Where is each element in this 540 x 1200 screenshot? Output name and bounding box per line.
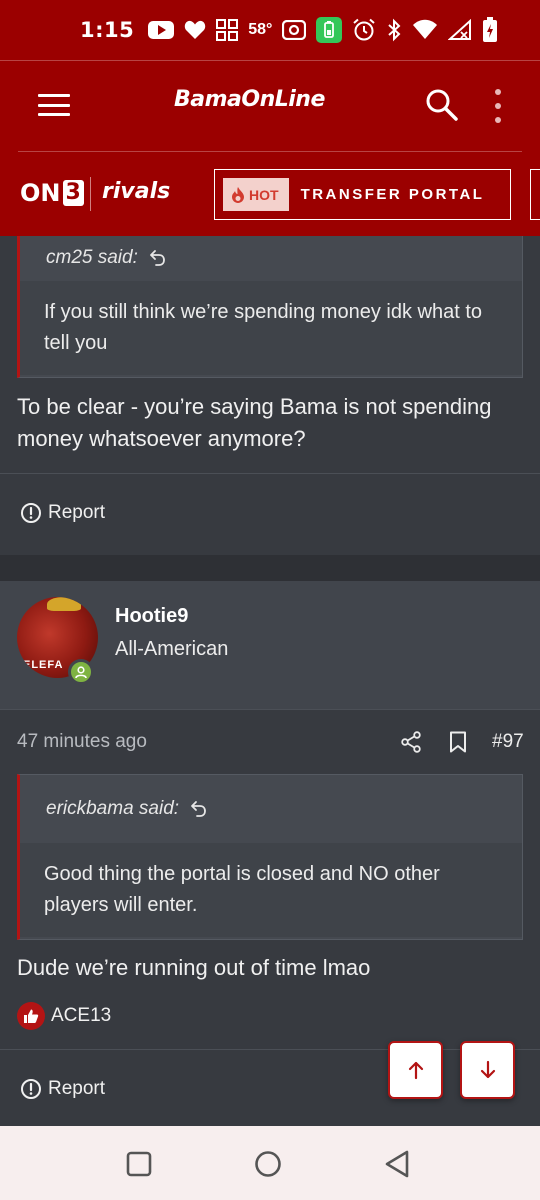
youtube-icon xyxy=(148,21,175,39)
menu-bar xyxy=(38,103,70,107)
scroll-up-button[interactable] xyxy=(388,1041,443,1099)
nfc-icon xyxy=(282,20,307,40)
quote-header[interactable]: erickbama said: xyxy=(20,775,522,843)
heart-icon xyxy=(184,20,206,40)
search-icon[interactable] xyxy=(424,87,460,123)
go-to-quote-icon xyxy=(191,801,206,817)
alert-circle-icon xyxy=(21,503,41,523)
dot xyxy=(495,89,501,95)
avatar-hat xyxy=(47,597,81,611)
recents-button[interactable] xyxy=(122,1147,156,1181)
temperature-text: 58° xyxy=(248,21,273,38)
quote-text: Good thing the portal is closed and NO o… xyxy=(20,843,522,937)
flame-icon xyxy=(232,186,244,203)
menu-bar xyxy=(38,113,70,116)
rivals-logo[interactable]: rivals xyxy=(102,179,170,204)
post-separator xyxy=(0,555,540,581)
report-label: Report xyxy=(48,502,106,523)
reaction-user: ACE13 xyxy=(51,1005,112,1026)
status-bar: 1:15 58° xyxy=(0,0,540,60)
app-header: BamaOnLine ON 3 rivals HOT TRANSFER PORTA… xyxy=(0,60,540,236)
quote-author: cm25 said: xyxy=(46,247,138,268)
status-time: 1:15 xyxy=(80,18,135,42)
bluetooth-icon xyxy=(386,18,402,42)
alarm-icon xyxy=(352,18,376,42)
post-number[interactable]: #97 xyxy=(492,731,524,753)
more-options-icon[interactable] xyxy=(490,89,506,123)
battery-saver-icon xyxy=(316,17,343,43)
header-divider xyxy=(18,151,522,152)
hot-badge: HOT xyxy=(223,178,289,211)
avatar-text: ELEFA xyxy=(23,659,64,671)
divider xyxy=(0,1049,540,1050)
quote-author: erickbama said: xyxy=(46,798,180,819)
post-timestamp[interactable]: 47 minutes ago xyxy=(17,731,147,753)
on3-logo[interactable]: ON 3 xyxy=(20,179,84,207)
battery-charging-icon xyxy=(482,17,498,43)
on3-number: 3 xyxy=(62,180,84,206)
next-nav-chip[interactable] xyxy=(530,169,540,220)
quote-block: erickbama said: Good thing the portal is… xyxy=(17,774,523,940)
dot xyxy=(495,103,501,109)
report-button[interactable]: Report xyxy=(20,1078,105,1100)
username[interactable]: Hootie9 xyxy=(115,605,188,628)
circle-icon xyxy=(255,1151,281,1177)
home-button[interactable] xyxy=(251,1147,285,1181)
post-body: To be clear - you’re saying Bama is not … xyxy=(17,394,492,451)
signal-icon xyxy=(448,19,472,41)
system-nav-bar xyxy=(0,1126,540,1200)
menu-bar xyxy=(38,94,70,97)
alert-circle-icon xyxy=(21,1079,41,1099)
reaction-row[interactable]: ACE13 xyxy=(17,1002,111,1030)
share-icon[interactable] xyxy=(400,731,422,753)
wifi-icon xyxy=(412,19,438,41)
go-to-quote-icon xyxy=(149,250,165,266)
quote-text: If you still think we’re spending money … xyxy=(20,281,522,375)
like-icon xyxy=(17,1002,45,1030)
transfer-portal-label: TRANSFER PORTAL xyxy=(300,186,485,203)
quote-block: cm25 said: If you still think we’re spen… xyxy=(17,236,523,378)
menu-button[interactable] xyxy=(38,94,70,116)
on3-text: ON xyxy=(20,179,61,207)
logo-separator xyxy=(90,177,91,211)
report-label: Report xyxy=(48,1078,106,1099)
bookmark-icon[interactable] xyxy=(448,731,468,753)
online-status-icon xyxy=(68,659,94,685)
arrow-down-icon xyxy=(480,1060,495,1079)
post-body: Dude we’re running out of time lmao xyxy=(17,955,371,980)
back-triangle-icon xyxy=(385,1150,409,1178)
post-user-block: ELEFA Hootie9 All-American xyxy=(0,581,540,709)
site-logo[interactable]: BamaOnLine xyxy=(174,87,325,112)
arrow-up-icon xyxy=(408,1061,423,1080)
transfer-portal-button[interactable]: HOT TRANSFER PORTAL xyxy=(214,169,511,220)
back-button[interactable] xyxy=(380,1147,414,1181)
hot-label: HOT xyxy=(249,186,279,203)
square-icon xyxy=(126,1151,152,1177)
scroll-down-button[interactable] xyxy=(460,1041,515,1099)
thread-content: cm25 said: If you still think we’re spen… xyxy=(0,236,540,1126)
post-meta: 47 minutes ago #97 xyxy=(0,709,540,773)
quote-header[interactable]: cm25 said: xyxy=(20,236,522,281)
divider xyxy=(0,473,540,474)
report-button[interactable]: Report xyxy=(20,502,105,524)
grid-icon xyxy=(216,19,239,41)
user-title: All-American xyxy=(115,638,229,660)
dot xyxy=(495,117,501,123)
